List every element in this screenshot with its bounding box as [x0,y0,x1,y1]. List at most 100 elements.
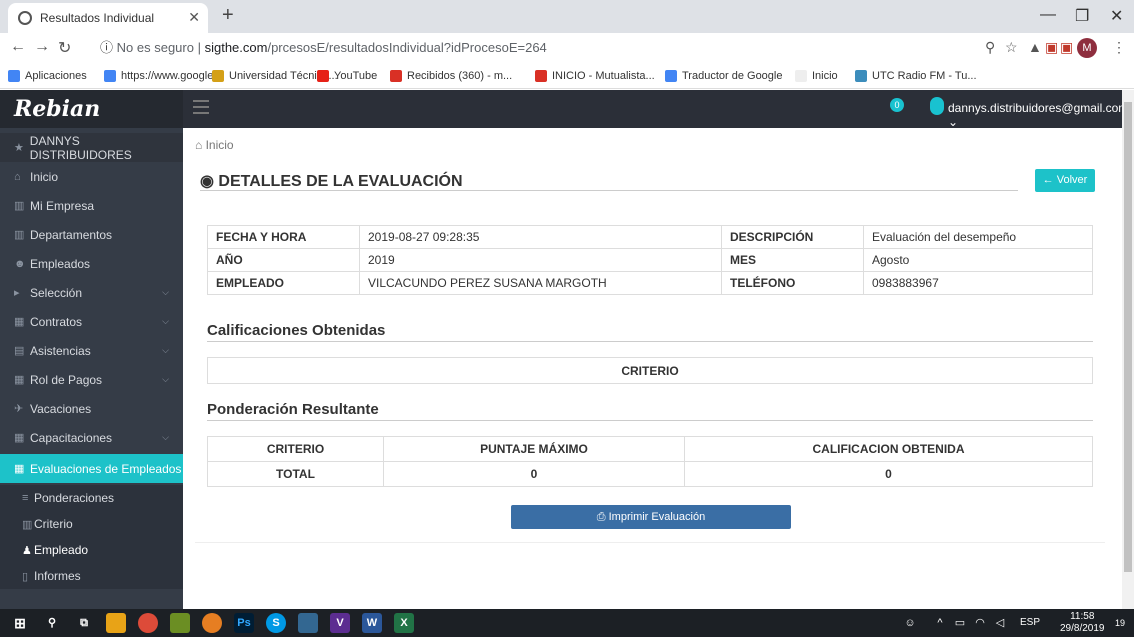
home-icon: ⌂ [14,170,21,183]
user-menu[interactable]: dannys.distribuidores@gmail.com ⌄ [948,101,1128,129]
sidebar-item-seleccion[interactable]: ▸ Selección ⌵ [0,278,183,307]
sidebar-item-vacaciones[interactable]: ✈ Vacaciones [0,394,183,423]
menu-icon[interactable]: ⋮ [1112,39,1126,56]
divider [195,542,1105,543]
skype-icon[interactable]: S [266,613,286,633]
people-icon[interactable]: ☺ [900,613,920,633]
table-row: EMPLEADO VILCACUNDO PEREZ SUSANA MARGOTH… [207,271,1093,295]
users-icon: ☻ [14,257,26,270]
close-window-button[interactable]: ✕ [1110,6,1123,26]
info-icon[interactable]: ⓘ [100,40,113,55]
sidebar-item-inicio[interactable]: ⌂ Inicio [0,162,183,191]
print-icon: ⎙ [596,511,609,523]
sidebar-item-capacitaciones[interactable]: ▦ Capacitaciones ⌵ [0,423,183,452]
chevron-up-icon[interactable]: ^ [930,613,950,633]
postgres-icon[interactable] [298,613,318,633]
sidebar-item-empleados[interactable]: ☻ Empleados [0,249,183,278]
winrar-icon[interactable] [170,613,190,633]
sidebar-item-contratos[interactable]: ▦ Contratos ⌵ [0,307,183,336]
browser-tab[interactable]: Resultados Individual ✕ [8,3,208,33]
bookmark-utc-radio[interactable]: UTC Radio FM - Tu... [855,70,977,82]
criterio-table: CRITERIO [207,357,1093,384]
sidebar: ★ DANNYS DISTRIBUIDORES ⌂ Inicio ▥ Mi Empre… [0,128,183,609]
sidebar-item-evaluaciones[interactable]: ▦ Evaluaciones de Empleados [0,454,183,483]
back-button[interactable]: ← Volver [1035,169,1095,192]
divider [207,341,1093,342]
apps-grid-icon [8,70,20,82]
sidebar-subitem-criterio[interactable]: ▥ Criterio [0,511,183,537]
table-row: AÑO 2019 MES Agosto [207,248,1093,272]
url-field[interactable]: ⓘ No es seguro | sigthe.com/prcesosE/res… [100,37,980,59]
bookmark-mutualista[interactable]: INICIO - Mutualista... [535,70,655,82]
bookmark-translate[interactable]: Traductor de Google [665,70,782,82]
table-cell: MES [721,248,864,272]
contracts-icon: ▦ [14,316,25,328]
file-explorer-icon[interactable] [106,613,126,633]
search-icon[interactable]: ⚲ [42,613,62,633]
sidebar-subitem-ponderaciones[interactable]: ≡ Ponderaciones [0,485,183,511]
wifi-icon[interactable]: ◠ [970,613,990,633]
selection-icon: ▸ [14,287,20,299]
arrow-left-icon: ← [1042,174,1057,186]
mutualista-icon [535,70,547,82]
back-icon[interactable]: ← [10,38,26,56]
sidebar-item-rol-de-pagos[interactable]: ▦ Rol de Pagos ⌵ [0,365,183,394]
volume-icon[interactable]: ◁ [990,613,1010,633]
star-icon[interactable]: ☆ [1005,39,1018,56]
windows-start-icon[interactable]: ⊞ [10,613,30,633]
table-cell: TELÉFONO [721,271,864,295]
table-cell: EMPLEADO [207,271,360,295]
chrome-icon[interactable] [138,613,158,633]
battery-icon[interactable]: ▭ [950,613,970,633]
sidebar-subitem-informes[interactable]: ▯ Informes [0,563,183,589]
columns-icon: ▥ [22,518,33,531]
bookmarks-bar: Aplicaciones https://www.google... Unive… [0,63,1134,89]
user-icon [930,97,944,115]
word-icon[interactable]: W [362,613,382,633]
bookmark-apps[interactable]: Aplicaciones [8,70,87,82]
maximize-button[interactable]: ❐ [1075,6,1089,26]
divider [207,420,1093,421]
pdf-extension-icon[interactable]: ▣ [1045,39,1058,56]
sidebar-item-departamentos[interactable]: ▥ Departamentos [0,220,183,249]
globe-icon [18,11,32,25]
breadcrumb[interactable]: ⌂ Inicio [195,138,234,152]
new-tab-button[interactable]: + [222,4,234,27]
bookmark-google[interactable]: https://www.google... [104,70,223,82]
attendance-icon: ▤ [14,345,25,357]
table-header: PUNTAJE MÁXIMO [383,436,685,462]
excel-icon[interactable]: X [394,613,414,633]
minimize-button[interactable]: — [1040,6,1056,24]
bookmark-youtube[interactable]: YouTube [317,70,377,82]
bookmark-gmail[interactable]: Recibidos (360) - m... [390,70,512,82]
hamburger-icon[interactable] [193,100,209,114]
table-icon: ▦ [14,374,25,386]
reload-icon[interactable]: ↻ [58,38,71,58]
table-cell: 0983883967 [863,271,1093,295]
visual-studio-icon[interactable]: V [330,613,350,633]
scrollbar-thumb[interactable] [1124,102,1132,572]
app-icon[interactable] [202,613,222,633]
notification-badge[interactable]: 0 [890,98,904,112]
bookmark-inicio[interactable]: Inicio [795,70,838,82]
notification-center-icon[interactable]: 19 [1110,613,1130,633]
print-button[interactable]: ⎙ Imprimir Evaluación [511,505,791,529]
clock[interactable]: 11:58 29/8/2019 [1060,611,1105,635]
extension2-icon[interactable]: ▣ [1060,39,1073,56]
zoom-icon[interactable]: ⚲ [985,39,995,56]
sidebar-subitem-empleado[interactable]: ♟ Empleado [0,537,183,563]
google-icon [104,70,116,82]
close-tab-icon[interactable]: ✕ [188,9,200,26]
task-view-icon[interactable]: ⧉ [74,613,94,633]
extension-icon[interactable]: ▲ [1028,39,1042,55]
language-indicator[interactable]: ESP [1020,617,1040,628]
chevron-down-icon: ⌵ [162,287,169,297]
profile-avatar[interactable]: M [1077,38,1097,58]
photoshop-icon[interactable]: Ps [234,613,254,633]
forward-icon[interactable]: → [34,38,50,56]
translate-icon [665,70,677,82]
sidebar-item-asistencias[interactable]: ▤ Asistencias ⌵ [0,336,183,365]
app-header: Rebian 0 dannys.distribuidores@gmail.com… [0,90,1128,129]
sidebar-item-mi-empresa[interactable]: ▥ Mi Empresa [0,191,183,220]
app-logo[interactable]: Rebian [0,90,183,128]
